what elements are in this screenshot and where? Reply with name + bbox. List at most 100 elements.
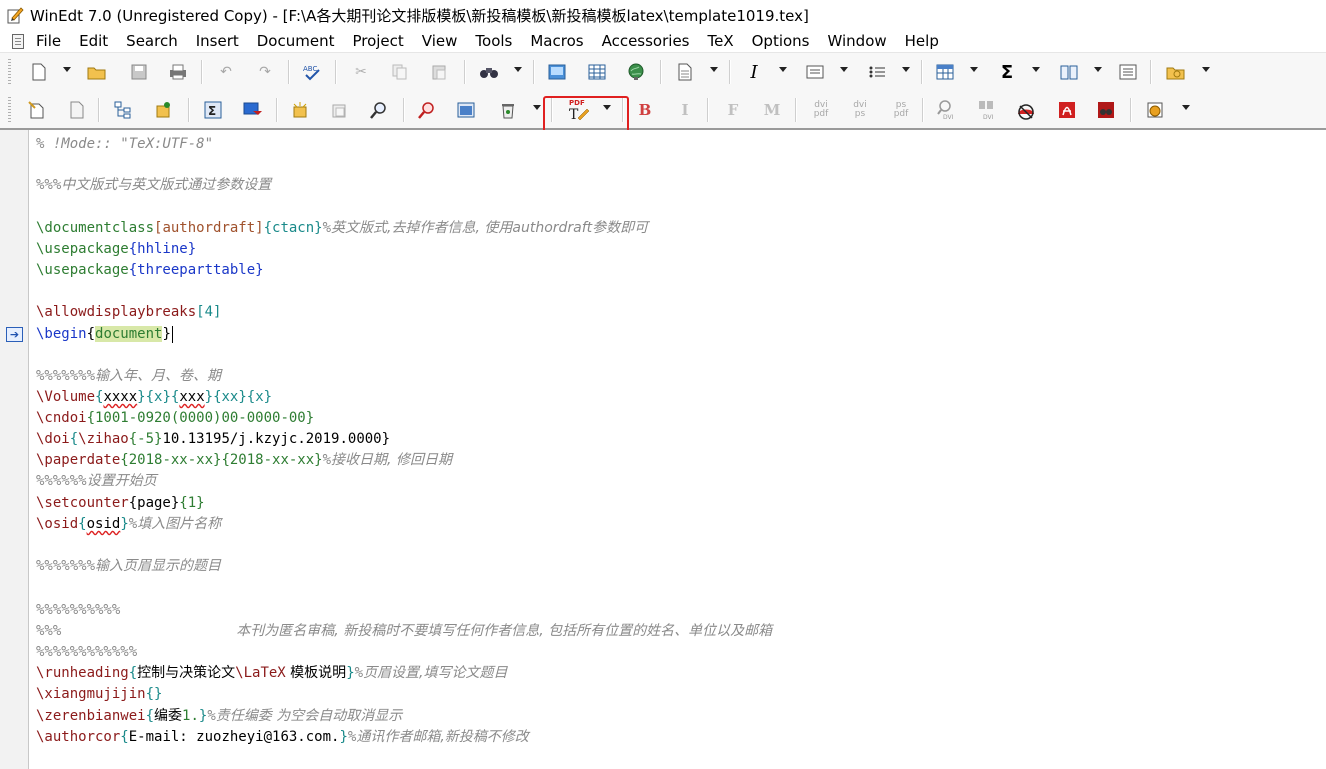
svg-text:ABC: ABC	[303, 65, 317, 73]
table-icon[interactable]	[586, 61, 608, 83]
preview-window-icon[interactable]	[455, 99, 477, 121]
code-line: \zerenbianwei{编委1.}%责任编委 为空会自动取消显示	[36, 708, 403, 724]
menu-edit[interactable]: Edit	[79, 32, 108, 50]
code-line: %%%%%%%%%%	[36, 602, 121, 618]
tabular-dropdown-icon[interactable]	[970, 67, 978, 72]
dvi-search-icon[interactable]: DVI	[936, 99, 958, 121]
paragraph-icon[interactable]	[804, 61, 826, 83]
document-dropdown-icon[interactable]	[710, 67, 718, 72]
gather-icon[interactable]	[289, 99, 311, 121]
code-line: \usepackage{hhline}	[36, 241, 197, 257]
menu-accessories[interactable]: Accessories	[602, 32, 690, 50]
new-file-icon[interactable]	[28, 61, 50, 83]
acrobat-icon[interactable]	[1056, 99, 1078, 121]
list-icon[interactable]	[866, 61, 888, 83]
open-folder-icon[interactable]	[86, 61, 108, 83]
italic-icon[interactable]: I	[743, 61, 765, 83]
code-line: %%%%%%%%%%%%	[36, 644, 138, 660]
sigma-dropdown-icon[interactable]	[1032, 67, 1040, 72]
globe-icon[interactable]	[625, 61, 647, 83]
code-line: \setcounter{page}{1}	[36, 495, 205, 511]
main-toolbar: ↶ ↷ ABC ✂ I Σ	[0, 53, 1326, 92]
svg-text:DVI: DVI	[943, 114, 954, 121]
print-icon[interactable]	[167, 61, 189, 83]
title-bar: WinEdt 7.0 (Unregistered Copy) - [F:\A各大…	[0, 0, 1326, 30]
document-icon[interactable]	[674, 61, 696, 83]
dvi-ps-button[interactable]: dvi ps	[847, 99, 873, 121]
paragraph-dropdown-icon[interactable]	[840, 67, 848, 72]
menu-view[interactable]: View	[422, 32, 458, 50]
menu-search[interactable]: Search	[126, 32, 178, 50]
red-magnifier-icon[interactable]	[416, 99, 438, 121]
blank-document-icon[interactable]	[66, 99, 88, 121]
italic-button[interactable]: I	[674, 99, 696, 121]
toolbar-grip-2[interactable]	[8, 97, 11, 123]
acrobat-search-icon[interactable]	[1095, 99, 1117, 121]
new-file-dropdown-icon[interactable]	[63, 67, 71, 72]
window-title: WinEdt 7.0 (Unregistered Copy) - [F:\A各大…	[30, 6, 809, 25]
text-block-icon[interactable]	[1117, 61, 1139, 83]
svg-text:Σ: Σ	[208, 104, 216, 118]
image-icon[interactable]	[546, 61, 568, 83]
tabular-icon[interactable]	[934, 61, 956, 83]
trash-dropdown-icon[interactable]	[533, 105, 541, 110]
font-f-button[interactable]: F	[722, 99, 744, 121]
menu-project[interactable]: Project	[352, 32, 403, 50]
project-dropdown-icon[interactable]	[1202, 67, 1210, 72]
code-line: \documentclass[authordraft]{ctacn}%英文版式,…	[36, 220, 649, 236]
list-dropdown-icon[interactable]	[902, 67, 910, 72]
dvi-pdf-button[interactable]: dvi pdf	[808, 99, 834, 121]
code-editor[interactable]: % !Mode:: "TeX:UTF-8" %%%中文版式与英文版式通过参数设置…	[29, 130, 1326, 769]
ps-pdf-button[interactable]: ps pdf	[888, 99, 914, 121]
trash-icon[interactable]	[497, 99, 519, 121]
paste-icon[interactable]	[428, 61, 450, 83]
menu-tools[interactable]: Tools	[475, 32, 512, 50]
menu-window[interactable]: Window	[828, 32, 887, 50]
menu-macros[interactable]: Macros	[530, 32, 583, 50]
tex-options-icon[interactable]	[1145, 99, 1167, 121]
book-icon[interactable]	[1058, 61, 1080, 83]
bold-button[interactable]: B	[634, 99, 656, 121]
code-line: % !Mode:: "TeX:UTF-8"	[36, 136, 214, 152]
sigma-icon[interactable]: Σ	[996, 61, 1018, 83]
find-dropdown-icon[interactable]	[514, 67, 522, 72]
redo-icon[interactable]: ↷	[254, 61, 276, 83]
find-binoculars-icon[interactable]	[478, 61, 500, 83]
menu-file[interactable]: File	[36, 32, 61, 50]
spellcheck-icon[interactable]: ABC	[301, 61, 323, 83]
text-caret	[171, 325, 173, 343]
code-line: \paperdate{2018-xx-xx}{2018-xx-xx}%接收日期,…	[36, 452, 452, 468]
book-dropdown-icon[interactable]	[1094, 67, 1102, 72]
math-sum-icon[interactable]: Σ	[202, 99, 224, 121]
font-m-button[interactable]: M	[761, 99, 783, 121]
project-folder-icon[interactable]	[1165, 61, 1187, 83]
code-line: \runheading{控制与决策论文\LaTeX 模板说明}%页眉设置,填写论…	[36, 665, 508, 681]
menu-bar: File Edit Search Insert Document Project…	[0, 30, 1326, 53]
code-line: %%%%%%%输入页眉显示的题目	[36, 558, 222, 574]
code-line: \authorcor{E-mail: zuozheyi@163.com.}%通讯…	[36, 729, 529, 745]
italic-dropdown-icon[interactable]	[779, 67, 787, 72]
code-line: \osid{osid}%填入图片名称	[36, 516, 222, 532]
insert-file-icon[interactable]	[26, 99, 48, 121]
cut-icon[interactable]: ✂	[350, 61, 372, 83]
document-menu-icon[interactable]	[12, 33, 24, 49]
menu-tex[interactable]: TeX	[707, 32, 733, 50]
menu-options[interactable]: Options	[752, 32, 810, 50]
undo-icon[interactable]: ↶	[215, 61, 237, 83]
collect-icon[interactable]	[328, 99, 350, 121]
code-line: %%%%%%设置开始页	[36, 473, 157, 489]
menu-document[interactable]: Document	[257, 32, 335, 50]
toolbar-grip[interactable]	[8, 59, 11, 85]
tex-options-dropdown-icon[interactable]	[1182, 105, 1190, 110]
menu-insert[interactable]: Insert	[196, 32, 239, 50]
macro-tree-icon[interactable]	[153, 99, 175, 121]
tree-view-icon[interactable]	[112, 99, 134, 121]
save-icon[interactable]	[128, 61, 150, 83]
code-line: %%% 本刊为匿名审稿, 新投稿时不要填写任何作者信息, 包括所有位置的姓名、单位…	[36, 623, 773, 639]
pdf-stop-icon[interactable]	[1015, 99, 1037, 121]
copy-icon[interactable]	[389, 61, 411, 83]
search-magnifier-icon[interactable]	[368, 99, 390, 121]
dvi-view-icon[interactable]: DVI	[976, 99, 998, 121]
console-icon[interactable]	[242, 99, 264, 121]
menu-help[interactable]: Help	[905, 32, 939, 50]
